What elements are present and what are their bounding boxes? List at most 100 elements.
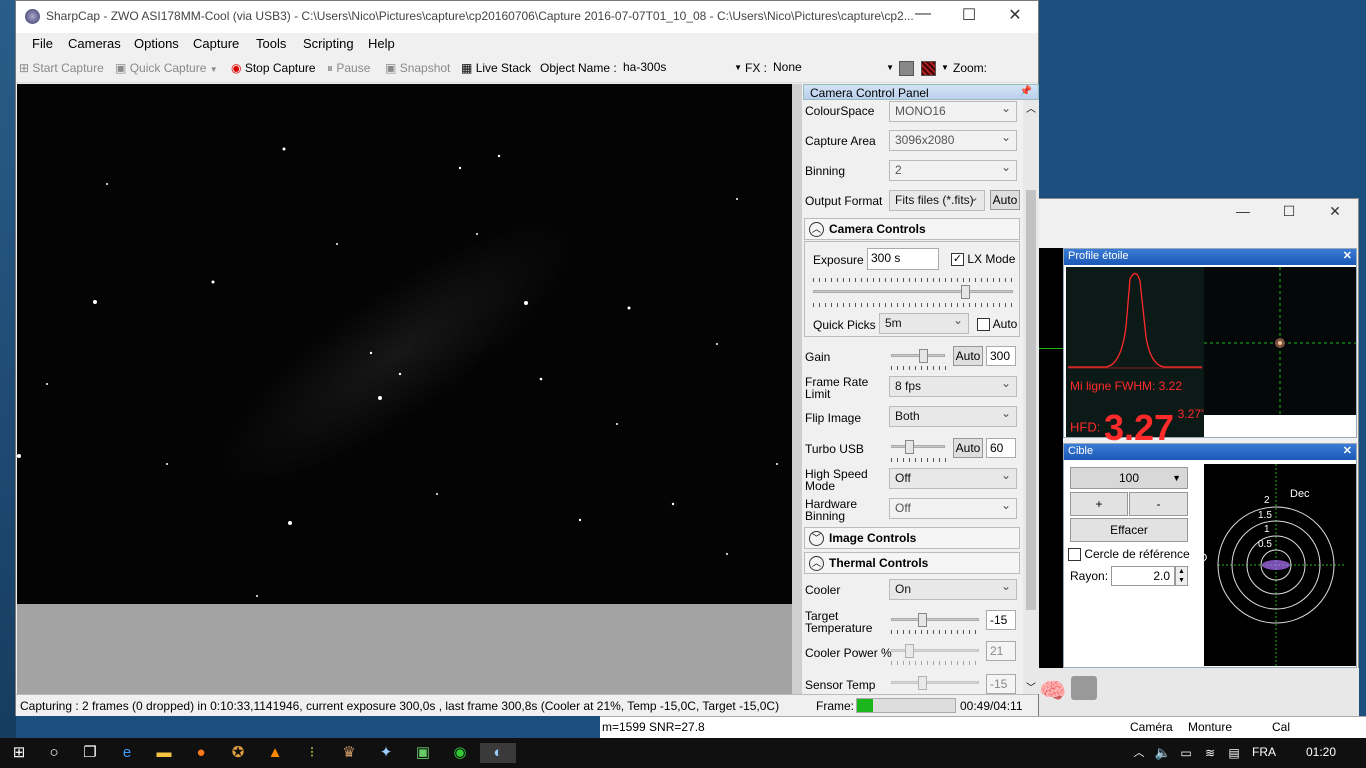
snapshot-button[interactable]: ▣ Snapshot xyxy=(385,61,450,75)
target-temp-slider[interactable] xyxy=(891,613,979,627)
turbo-usb-auto-button[interactable]: Auto xyxy=(953,438,983,458)
tab-calibration[interactable]: Cal xyxy=(1272,720,1290,734)
app-icon-3[interactable]: ♛ xyxy=(338,743,360,763)
turbo-usb-slider[interactable] xyxy=(891,440,945,454)
bg-minimize-button[interactable]: — xyxy=(1220,203,1266,219)
language-indicator[interactable]: FRA xyxy=(1252,745,1276,759)
target-temp-input[interactable]: -15 xyxy=(986,610,1016,630)
clear-button[interactable]: Effacer xyxy=(1070,518,1188,542)
output-format-select[interactable]: Fits files (*.fits) xyxy=(889,190,985,211)
menu-help[interactable]: Help xyxy=(368,36,395,51)
quick-picks-select[interactable]: 5m xyxy=(879,313,969,334)
quick-picks-auto-option[interactable]: Auto xyxy=(977,317,1017,332)
search-icon[interactable]: ○ xyxy=(43,743,65,763)
reticle-dropdown-icon[interactable]: ▼ xyxy=(941,63,949,72)
zoom-in-button[interactable]: + xyxy=(1070,492,1128,516)
gain-slider[interactable] xyxy=(891,349,945,363)
quick-picks-auto-checkbox[interactable] xyxy=(977,318,990,332)
pin-icon[interactable]: 📌 xyxy=(1020,86,1032,97)
maximize-button[interactable]: ☐ xyxy=(946,5,992,25)
zoom-label[interactable]: Zoom: xyxy=(953,61,987,75)
close-button[interactable]: ✕ xyxy=(992,5,1038,25)
colourspace-select[interactable]: MONO16 xyxy=(889,101,1017,122)
target-scale-select[interactable]: 100 ▼ xyxy=(1070,467,1188,489)
live-stack-button[interactable]: ▦ Live Stack xyxy=(461,61,531,75)
app-icon-4[interactable]: ✦ xyxy=(375,743,397,763)
notification-icon[interactable]: ▤ xyxy=(1223,743,1245,763)
scroll-up-icon[interactable]: ︿ xyxy=(1026,100,1036,115)
zoom-out-button[interactable]: - xyxy=(1129,492,1188,516)
capture-area-select[interactable]: 3096x2080 xyxy=(889,130,1017,151)
frame-rate-select[interactable]: 8 fps xyxy=(889,376,1017,397)
reference-circle-option[interactable]: Cercle de référence xyxy=(1068,547,1190,562)
phd-guiding-icon[interactable]: ◉ xyxy=(449,743,471,763)
menu-tools[interactable]: Tools xyxy=(256,36,286,51)
tray-chevron-icon[interactable]: ︿ xyxy=(1128,743,1150,763)
object-name-input[interactable]: ha-300s ▼ xyxy=(618,58,742,78)
histogram-icon[interactable] xyxy=(899,61,914,76)
radius-input[interactable]: 2.0 xyxy=(1111,566,1175,586)
hw-binning-select[interactable]: Off xyxy=(889,498,1017,519)
battery-icon[interactable]: ▭ xyxy=(1175,743,1197,763)
capture-preview[interactable] xyxy=(17,84,792,604)
vlc-icon[interactable]: ▲ xyxy=(264,743,286,763)
wifi-icon[interactable]: ≋ xyxy=(1199,743,1221,763)
firefox-icon[interactable]: ● xyxy=(190,743,212,763)
windows-start-icon[interactable]: ⊞ xyxy=(8,743,30,763)
panel-splitter[interactable] xyxy=(792,84,802,694)
clock[interactable]: 01:20 xyxy=(1306,745,1336,759)
task-view-icon[interactable]: ❐ xyxy=(79,743,101,763)
camera-settings-icon[interactable] xyxy=(1071,676,1097,700)
scroll-down-icon[interactable]: ﹀ xyxy=(1026,679,1036,694)
brain-icon[interactable]: 🧠 xyxy=(1039,678,1066,704)
menu-options[interactable]: Options xyxy=(134,36,179,51)
app-icon-2[interactable]: ⁝ xyxy=(301,743,323,763)
cooler-select[interactable]: On xyxy=(889,579,1017,600)
collapse-icon[interactable]: ︿ xyxy=(809,222,824,237)
title-bar[interactable]: SharpCap - ZWO ASI178MM-Cool (via USB3) … xyxy=(16,1,1038,33)
tab-camera[interactable]: Caméra xyxy=(1130,720,1173,734)
pause-button[interactable]: ⏸ Pause xyxy=(327,61,370,76)
file-explorer-icon[interactable]: ▬ xyxy=(153,743,175,763)
star-profile-close-icon[interactable]: ✕ xyxy=(1343,249,1352,262)
app-icon-5[interactable]: ▣ xyxy=(412,743,434,763)
exposure-input[interactable]: 300 s xyxy=(867,248,939,270)
exposure-slider[interactable] xyxy=(813,285,1013,299)
edge-icon[interactable]: e xyxy=(116,743,138,763)
high-speed-select[interactable]: Off xyxy=(889,468,1017,489)
camera-controls-section[interactable]: ︿ Camera Controls xyxy=(804,218,1020,240)
reticle-icon[interactable] xyxy=(921,61,936,76)
gain-auto-button[interactable]: Auto xyxy=(953,346,983,366)
menu-file[interactable]: File xyxy=(32,36,53,51)
tab-mount[interactable]: Monture xyxy=(1188,720,1232,734)
scroll-thumb[interactable] xyxy=(1026,190,1036,610)
volume-icon[interactable]: 🔈 xyxy=(1152,743,1174,763)
turbo-usb-input[interactable]: 60 xyxy=(986,438,1016,458)
panel-scrollbar[interactable]: ︿ ﹀ xyxy=(1023,100,1039,694)
menu-capture[interactable]: Capture xyxy=(193,36,239,51)
flip-image-select[interactable]: Both xyxy=(889,406,1017,427)
minimize-button[interactable]: — xyxy=(900,5,946,23)
reference-circle-checkbox[interactable] xyxy=(1068,548,1081,562)
lx-mode-checkbox[interactable]: ✓ xyxy=(951,253,964,267)
lx-mode-option[interactable]: ✓ LX Mode xyxy=(951,252,1015,267)
gain-input[interactable]: 300 xyxy=(986,346,1016,366)
image-controls-section[interactable]: ﹀ Image Controls xyxy=(804,527,1020,549)
app-icon-1[interactable]: ✪ xyxy=(227,743,249,763)
expand-icon[interactable]: ﹀ xyxy=(809,531,824,546)
output-format-auto-button[interactable]: Auto xyxy=(990,190,1020,210)
bg-maximize-button[interactable]: ☐ xyxy=(1266,203,1312,220)
binning-select[interactable]: 2 xyxy=(889,160,1017,181)
bg-close-button[interactable]: ✕ xyxy=(1312,203,1358,220)
fx-select[interactable]: None ▼ xyxy=(768,58,894,78)
radius-spinner[interactable]: ▲ ▼ xyxy=(1175,566,1188,586)
collapse-icon[interactable]: ︿ xyxy=(809,556,824,571)
menu-scripting[interactable]: Scripting xyxy=(303,36,354,51)
sharpcap-taskbar-icon[interactable]: ◐ xyxy=(480,743,516,763)
thermal-controls-section[interactable]: ︿ Thermal Controls xyxy=(804,552,1020,574)
stop-capture-button[interactable]: ◉ Stop Capture xyxy=(231,61,316,75)
menu-cameras[interactable]: Cameras xyxy=(68,36,121,51)
quick-capture-button[interactable]: ▣ Quick Capture ▼ xyxy=(115,61,218,75)
start-capture-button[interactable]: ⊞ Start Capture xyxy=(19,61,104,75)
target-close-icon[interactable]: ✕ xyxy=(1343,444,1352,457)
